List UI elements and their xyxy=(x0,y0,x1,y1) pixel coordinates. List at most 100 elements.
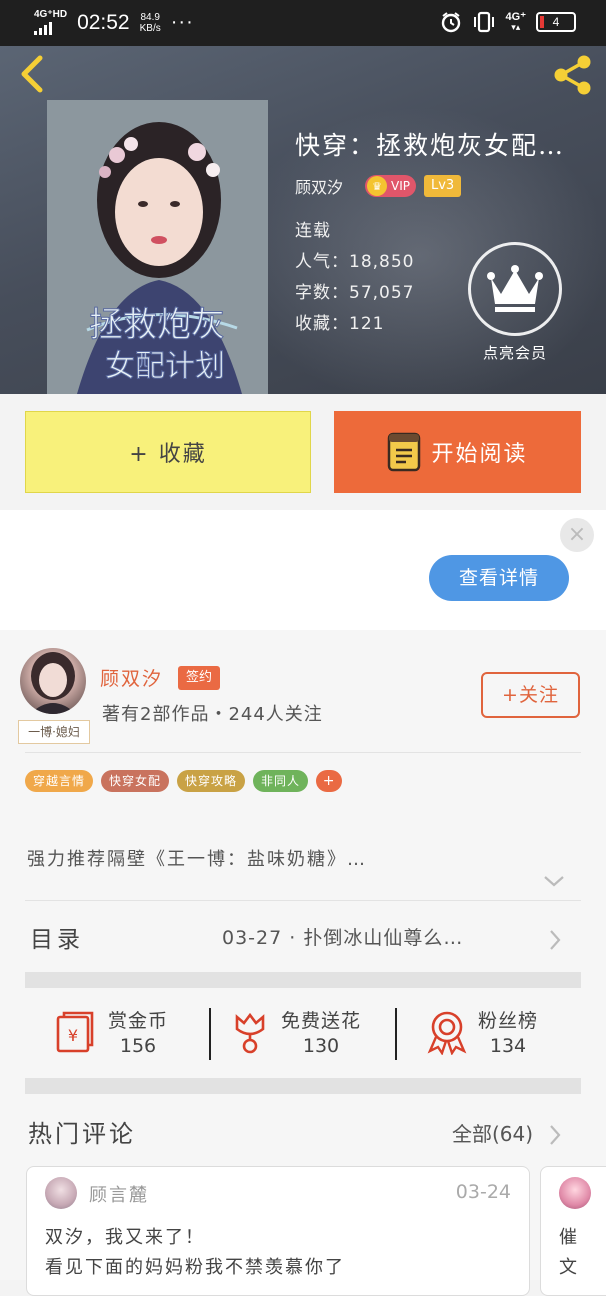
chevron-right-icon xyxy=(550,1125,561,1145)
comment-card[interactable]: 顾言麓 03-24 双汐，我又来了！ 看见下面的妈妈粉我不禁羡慕你了 xyxy=(26,1166,530,1296)
fan-ranking-button[interactable]: 粉丝榜 134 xyxy=(426,1006,538,1057)
tag-list: 穿越言情 快穿女配 快穿攻略 非同人 + xyxy=(25,770,343,792)
start-reading-button[interactable]: 开始阅读 xyxy=(334,411,581,493)
book-status: 连载 xyxy=(295,221,331,241)
level-badge: Lv3 xyxy=(424,175,462,197)
tag-item[interactable]: 非同人 xyxy=(253,770,309,792)
comment-text: 催 文 xyxy=(559,1223,577,1283)
vip-label: VIP xyxy=(391,179,410,193)
gift-label: 粉丝榜 xyxy=(478,1010,539,1032)
share-icon xyxy=(554,55,591,95)
tag-item[interactable]: 快穿攻略 xyxy=(177,770,246,792)
commenter-avatar[interactable] xyxy=(559,1177,591,1209)
divider xyxy=(25,752,581,753)
svg-text:¥: ¥ xyxy=(68,1026,78,1045)
book-details: 一博·媳妇 顾双汐 签约 著有2部作品・244人关注 +关注 穿越言情 快穿女配… xyxy=(0,630,606,1296)
alarm-icon xyxy=(441,12,460,33)
gift-count: 130 xyxy=(302,1035,340,1057)
status-bar: 4G⁺HD 02:52 84.9 KB/s ··· 4G⁺ ▾▴ 4 xyxy=(0,0,606,46)
vip-badge: ♛ VIP xyxy=(365,175,416,197)
comment-line: 文 xyxy=(559,1257,577,1278)
commenter-name[interactable]: 顾言麓 xyxy=(89,1181,149,1207)
author-meta: 著有2部作品・244人关注 xyxy=(102,704,323,725)
section-separator xyxy=(25,1078,581,1094)
hot-comments-title: 热门评论 xyxy=(28,1120,136,1148)
signal-bars-icon xyxy=(34,21,67,35)
chevron-down-icon xyxy=(544,876,564,887)
book-icon xyxy=(388,432,421,472)
tag-item[interactable]: 穿越言情 xyxy=(25,770,94,792)
commenter-avatar[interactable] xyxy=(45,1177,77,1209)
battery-icon: 4 xyxy=(536,12,576,32)
award-ribbon-icon xyxy=(427,1011,467,1055)
red-envelope-icon: ¥ xyxy=(56,1011,94,1052)
avatar-tag: 一博·媳妇 xyxy=(18,720,90,744)
network-speed-unit: KB/s xyxy=(139,22,161,34)
cover-image: 拯救炮灰 女配计划 xyxy=(47,100,268,394)
divider xyxy=(395,1008,397,1060)
comment-line: 催 xyxy=(559,1227,577,1248)
network-speed-value: 84.9 xyxy=(140,11,160,23)
book-word-count: 字数：57,057 xyxy=(295,283,415,303)
comment-line: 双汐，我又来了！ xyxy=(45,1227,205,1248)
clock: 02:52 xyxy=(77,10,130,34)
start-reading-label: 开始阅读 xyxy=(431,442,528,467)
share-button[interactable] xyxy=(550,52,596,98)
avatar[interactable] xyxy=(20,648,86,714)
comment-text: 双汐，我又来了！ 看见下面的妈妈粉我不禁羡慕你了 xyxy=(45,1223,345,1283)
back-button[interactable] xyxy=(14,52,50,96)
book-author-line: 顾双汐 ♛ VIP Lv3 xyxy=(295,174,462,198)
view-details-button[interactable]: 查看详情 xyxy=(429,555,569,601)
svg-text:拯救炮灰: 拯救炮灰 xyxy=(89,305,225,345)
crown-icon xyxy=(487,265,543,312)
send-flowers-button[interactable]: 免费送花 130 xyxy=(229,1006,361,1057)
gift-count: 134 xyxy=(489,1035,527,1057)
chevron-right-icon xyxy=(550,930,561,950)
gift-label: 免费送花 xyxy=(281,1010,362,1032)
vibrate-icon xyxy=(473,11,494,33)
book-cover[interactable]: 拯救炮灰 女配计划 xyxy=(47,100,268,394)
book-recommendation: 强力推荐隔壁《王一博：盐味奶糖》… xyxy=(27,849,367,870)
crown-icon: ♛ xyxy=(367,176,388,196)
avatar-image xyxy=(30,652,76,714)
reward-coins-button[interactable]: ¥ 赏金币 156 xyxy=(52,1006,168,1057)
author-name[interactable]: 顾双汐 xyxy=(100,664,163,691)
book-title: 快穿：拯救炮灰女配… xyxy=(295,131,566,160)
signed-badge: 签约 xyxy=(178,666,221,690)
book-header: 拯救炮灰 女配计划 快穿：拯救炮灰女配… 顾双汐 ♛ VIP Lv3 连载 人气：… xyxy=(0,46,606,394)
all-comments-label: 全部(64) xyxy=(452,1122,534,1146)
gift-label: 赏金币 xyxy=(108,1010,169,1032)
action-bar: + 收藏 开始阅读 xyxy=(0,394,606,510)
data-arrows-icon: ▾▴ xyxy=(511,22,521,32)
chevron-left-icon xyxy=(21,55,43,93)
ad-banner: × 查看详情 xyxy=(0,510,606,630)
mobile-data-indicator: 4G⁺ ▾▴ xyxy=(506,12,526,32)
battery-level: 4 xyxy=(552,15,560,29)
book-popularity: 人气：18,850 xyxy=(295,252,415,272)
book-favorites: 收藏：121 xyxy=(295,314,385,334)
book-stats: 连载 人气：18,850 字数：57,057 收藏：121 xyxy=(295,216,414,340)
member-label: 点亮会员 xyxy=(482,344,547,362)
signal-indicator: 4G⁺HD xyxy=(34,10,67,35)
svg-text:女配计划: 女配计划 xyxy=(105,349,225,384)
network-type: 4G⁺HD xyxy=(34,9,68,20)
comment-card[interactable]: 催 文 xyxy=(540,1166,606,1296)
book-author-name[interactable]: 顾双汐 xyxy=(295,174,343,198)
expand-button[interactable] xyxy=(542,873,566,892)
toc-label: 目录 xyxy=(30,927,84,953)
toc-latest-chapter: 03-27 · 扑倒冰山仙尊么… xyxy=(222,927,464,949)
add-tag-button[interactable]: + xyxy=(316,770,343,792)
comment-line: 看见下面的妈妈粉我不禁羡慕你了 xyxy=(45,1257,345,1278)
member-button[interactable]: 点亮会员 xyxy=(465,242,565,363)
close-icon[interactable]: × xyxy=(560,518,594,552)
comment-date: 03-24 xyxy=(455,1181,511,1203)
gift-count: 156 xyxy=(119,1035,157,1057)
flower-icon xyxy=(235,1012,265,1053)
follow-button[interactable]: +关注 xyxy=(481,672,580,718)
network-speed: 84.9 KB/s xyxy=(140,12,161,34)
divider xyxy=(25,900,581,901)
divider xyxy=(209,1008,211,1060)
add-favorite-button[interactable]: + 收藏 xyxy=(25,411,311,493)
more-notifications-icon: ··· xyxy=(170,11,194,33)
tag-item[interactable]: 快穿女配 xyxy=(101,770,170,792)
